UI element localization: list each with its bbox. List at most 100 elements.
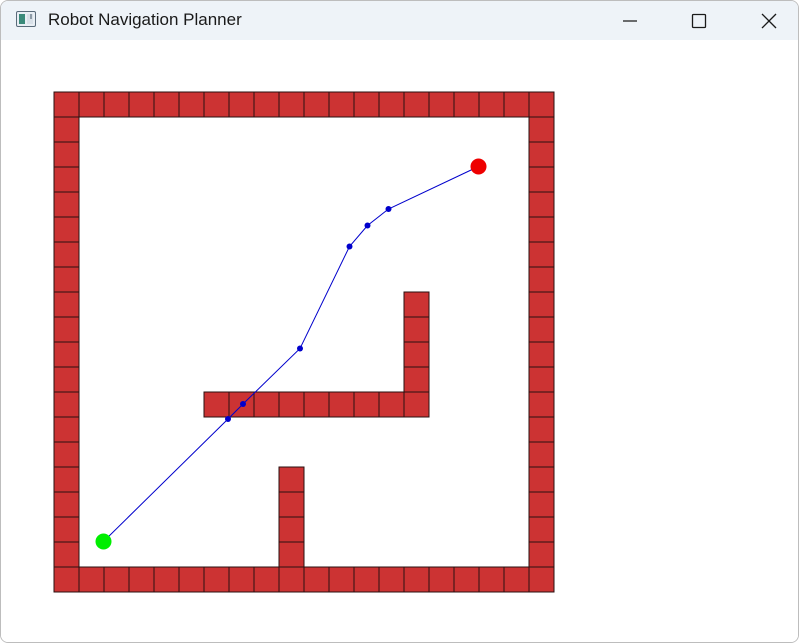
path-waypoint	[385, 206, 392, 212]
wall-cell	[53, 191, 80, 218]
wall-cell	[528, 516, 555, 543]
wall-cell	[303, 391, 330, 418]
maximize-button[interactable]	[676, 1, 722, 40]
wall-cell	[128, 91, 155, 118]
minimize-button[interactable]	[607, 1, 653, 40]
wall-cell	[528, 441, 555, 468]
wall-cell	[53, 141, 80, 168]
wall-cell	[203, 391, 230, 418]
wall-cell	[253, 566, 280, 593]
wall-cell	[303, 91, 330, 118]
start-marker[interactable]	[95, 533, 112, 550]
wall-cell	[253, 391, 280, 418]
wall-cell	[453, 91, 480, 118]
wall-cell	[53, 216, 80, 243]
wall-cell	[53, 341, 80, 368]
wall-cell	[103, 91, 130, 118]
wall-cell	[403, 341, 430, 368]
maximize-icon	[691, 13, 707, 28]
wall-cell	[403, 391, 430, 418]
wall-cell	[328, 566, 355, 593]
path-waypoint	[225, 416, 231, 422]
wall-cell	[478, 91, 505, 118]
path-waypoint	[240, 401, 246, 407]
wall-cell	[428, 91, 455, 118]
wall-cell	[278, 91, 305, 118]
wall-cell	[378, 566, 405, 593]
wall-cell	[528, 266, 555, 293]
wall-cell	[453, 566, 480, 593]
wall-cell	[528, 291, 555, 318]
wall-cell	[278, 391, 305, 418]
wall-cell	[153, 566, 180, 593]
wall-cell	[528, 91, 555, 118]
wall-cell	[53, 491, 80, 518]
wall-cell	[403, 291, 430, 318]
wall-cell	[228, 566, 255, 593]
wall-cell	[53, 241, 80, 268]
wall-cell	[253, 91, 280, 118]
wall-cell	[53, 566, 80, 593]
wall-cell	[403, 316, 430, 343]
wall-cell	[528, 566, 555, 593]
wall-cell	[53, 91, 80, 118]
path-waypoint	[364, 222, 371, 229]
app-icon	[16, 11, 36, 27]
wall-cell	[178, 91, 205, 118]
wall-cell	[53, 266, 80, 293]
wall-cell	[528, 141, 555, 168]
wall-cell	[53, 291, 80, 318]
wall-cell	[428, 566, 455, 593]
wall-cell	[403, 566, 430, 593]
wall-cell	[153, 91, 180, 118]
wall-cell	[78, 566, 105, 593]
wall-cell	[53, 466, 80, 493]
title-bar[interactable]: Robot Navigation Planner	[1, 1, 798, 40]
wall-cell	[203, 566, 230, 593]
wall-cell	[353, 566, 380, 593]
path-waypoint	[346, 243, 353, 250]
wall-cell	[403, 91, 430, 118]
wall-cell	[528, 216, 555, 243]
wall-cell	[53, 441, 80, 468]
path-waypoint	[297, 345, 303, 352]
wall-cell	[528, 416, 555, 443]
wall-cell	[278, 491, 305, 518]
wall-cell	[528, 541, 555, 568]
wall-cell	[528, 491, 555, 518]
minimize-icon	[623, 19, 637, 22]
wall-cell	[478, 566, 505, 593]
wall-cell	[503, 566, 530, 593]
close-button[interactable]	[746, 1, 792, 40]
wall-cell	[53, 366, 80, 393]
wall-cell	[278, 516, 305, 543]
wall-cell	[278, 566, 305, 593]
wall-cell	[53, 391, 80, 418]
wall-cell	[53, 316, 80, 343]
wall-cell	[528, 391, 555, 418]
goal-marker[interactable]	[470, 158, 487, 175]
wall-cell	[528, 466, 555, 493]
wall-cell	[203, 91, 230, 118]
wall-cell	[103, 566, 130, 593]
wall-cell	[528, 116, 555, 143]
wall-cell	[528, 241, 555, 268]
map-canvas[interactable]	[1, 40, 798, 642]
wall-cell	[403, 366, 430, 393]
wall-cell	[78, 91, 105, 118]
occupancy-grid	[53, 91, 555, 593]
wall-cell	[328, 91, 355, 118]
wall-cell	[528, 191, 555, 218]
wall-cell	[303, 566, 330, 593]
wall-cell	[378, 91, 405, 118]
wall-cell	[53, 116, 80, 143]
wall-cell	[53, 516, 80, 543]
wall-cell	[353, 391, 380, 418]
wall-cell	[378, 391, 405, 418]
wall-cell	[128, 566, 155, 593]
wall-cell	[353, 91, 380, 118]
wall-cell	[53, 541, 80, 568]
wall-cell	[528, 166, 555, 193]
wall-cell	[53, 416, 80, 443]
wall-cell	[528, 341, 555, 368]
